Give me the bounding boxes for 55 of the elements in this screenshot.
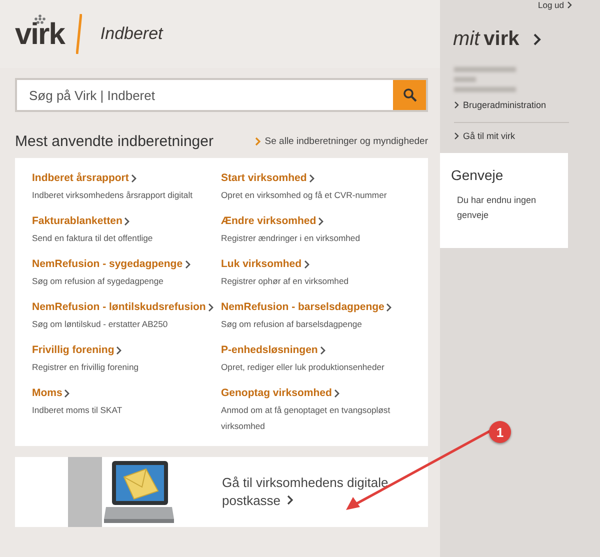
service-description: Opret, rediger eller luk produktionsenheder (221, 361, 386, 374)
chevron-icon (184, 260, 191, 268)
chevron-icon (454, 132, 459, 140)
service-description: Indberet moms til SKAT (32, 404, 124, 417)
service-link[interactable]: Frivillig forening (32, 344, 122, 356)
chevron-icon (124, 216, 130, 226)
service-link[interactable]: NemRefusion - barselsdagpenge (221, 301, 392, 313)
service-link[interactable]: NemRefusion - sygedagpenge (32, 258, 191, 270)
service-link[interactable]: Moms (32, 387, 70, 399)
service-description: Registrer ophør af en virksomhed (221, 275, 350, 288)
service-link[interactable]: Ændre virksomhed (221, 215, 324, 227)
postbox-link[interactable]: Gå til virksomhedens digitale postkasse (222, 474, 412, 510)
chevron-icon (208, 302, 214, 312)
service-description: Registrer en frivillig forening (32, 361, 140, 374)
logo-slash-divider (76, 14, 82, 54)
chevron-icon (304, 260, 310, 268)
service-description: Indberet virksomhedens årsrapport digitalt (32, 189, 194, 202)
service-description: Søg om refusion af barselsdagpenge (221, 318, 363, 331)
user-admin-link[interactable]: Brugeradministration (454, 100, 546, 110)
chevron-icon (567, 1, 572, 9)
section-title: Indberet (100, 24, 163, 44)
service-link[interactable]: Genoptag virksomhed (221, 387, 340, 399)
service-link[interactable]: Indberet årsrapport (32, 172, 137, 184)
mit-virk-nav-link[interactable]: Gå til mit virk (454, 131, 516, 141)
chevron-icon (308, 174, 315, 182)
chevron-icon (318, 216, 324, 226)
service-link[interactable]: Luk virksomhed (221, 258, 310, 270)
chevron-icon (116, 346, 122, 354)
service-link[interactable]: P-enhedsløsningen (221, 344, 326, 356)
service-description: Registrer ændringer i en virksomhed (221, 232, 361, 245)
chevron-icon (533, 33, 542, 46)
chevron-icon (130, 174, 137, 182)
service-link[interactable]: Fakturablanketten (32, 215, 130, 227)
service-description: Anmod om at få genoptaget en tvangsopløst virksomhed (221, 404, 392, 433)
logout-link[interactable]: Log ud (538, 0, 572, 10)
empty-message: Du har endnu ingen genveje (456, 194, 538, 222)
service-description: Søg om refusion af sygedagpenge (32, 275, 164, 288)
section-heading: Mest anvendte indberetninger (15, 133, 214, 150)
service-description: Søg om løntilskud - erstatter AB250 (32, 318, 169, 331)
chevron-icon (286, 495, 294, 505)
chevron-icon (386, 302, 392, 312)
mit-virk-link[interactable]: mit virk (453, 28, 542, 51)
chevron-icon (334, 388, 340, 398)
chevron-icon (254, 137, 261, 146)
chevron-icon (64, 388, 70, 398)
service-link[interactable]: Start virksomhed (221, 172, 315, 184)
chevron-icon (320, 346, 326, 354)
shortcuts-heading: Genveje (451, 167, 504, 183)
service-link[interactable]: NemRefusion - løntilskudsrefusion (32, 301, 214, 313)
redacted-user-info (454, 67, 516, 92)
virk-logo[interactable]: virk (15, 20, 64, 50)
see-all-link[interactable]: Se alle indberetninger og myndigheder (254, 136, 428, 147)
chevron-icon (454, 101, 459, 109)
service-description: Send en faktura til det offentlige (32, 232, 154, 245)
service-description: Opret en virksomhed og få et CVR-nummer (221, 189, 388, 202)
